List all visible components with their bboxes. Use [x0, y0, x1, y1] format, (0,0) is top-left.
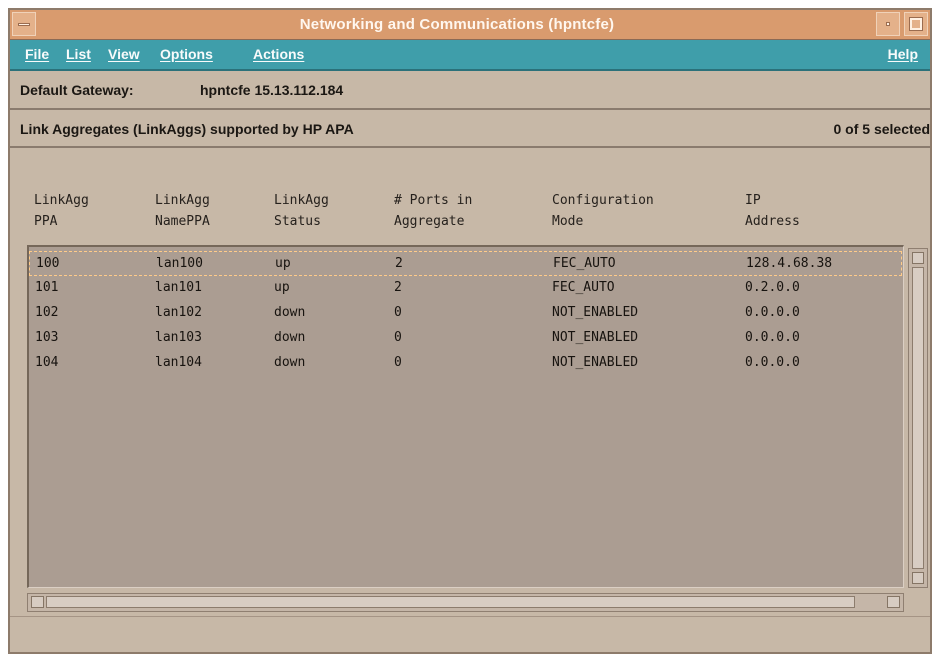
horizontal-scrollbar[interactable]: [27, 593, 904, 612]
window-menu-icon[interactable]: [12, 12, 36, 36]
cell-linkagg-ppa: 102: [35, 305, 59, 320]
cell-configuration-mode: NOT_ENABLED: [552, 355, 639, 370]
menu-actions[interactable]: Actions: [253, 40, 304, 69]
cell-linkagg-status: down: [274, 330, 306, 345]
cell-linkagg-nameppa: lan100: [156, 256, 203, 271]
cell-linkagg-ppa: 100: [36, 256, 60, 271]
cell-linkagg-nameppa: lan102: [155, 305, 202, 320]
cell-ip-address: 0.0.0.0: [745, 330, 800, 345]
cell-configuration-mode: FEC_AUTO: [553, 256, 616, 271]
cell-linkagg-status: up: [275, 256, 291, 271]
cell-linkagg-ppa: 104: [35, 355, 59, 370]
column-headers: LinkAgg PPA LinkAgg NamePPA LinkAgg Stat…: [10, 148, 930, 244]
cell-linkagg-nameppa: lan101: [155, 280, 202, 295]
scroll-left-icon[interactable]: [31, 596, 44, 608]
cell-ports-in-aggregate: 0: [394, 305, 402, 320]
cell-linkagg-status: down: [274, 355, 306, 370]
table-row[interactable]: 104 lan104 down 0 NOT_ENABLED 0.0.0.0: [29, 351, 902, 376]
cell-ip-address: 0.2.0.0: [745, 280, 800, 295]
cell-configuration-mode: NOT_ENABLED: [552, 305, 639, 320]
cell-ip-address: 0.0.0.0: [745, 305, 800, 320]
linkaggs-section-header: Link Aggregates (LinkAggs) supported by …: [10, 110, 930, 148]
cell-linkagg-status: up: [274, 280, 290, 295]
menu-view[interactable]: View: [108, 40, 140, 69]
cell-ports-in-aggregate: 2: [395, 256, 403, 271]
default-gateway-value: hpntcfe 15.13.112.184: [200, 82, 344, 98]
maximize-icon[interactable]: [904, 12, 928, 36]
cell-ip-address: 0.0.0.0: [745, 355, 800, 370]
linkaggs-list[interactable]: 100 lan100 up 2 FEC_AUTO 128.4.68.38 101…: [27, 245, 904, 588]
minimize-icon[interactable]: [876, 12, 900, 36]
default-gateway-label: Default Gateway:: [20, 82, 134, 98]
vertical-scroll-thumb[interactable]: [912, 267, 924, 569]
column-header-linkagg-ppa[interactable]: LinkAgg PPA: [34, 190, 89, 232]
main-window: Networking and Communications (hpntcfe) …: [8, 8, 932, 654]
vertical-scrollbar[interactable]: [908, 248, 928, 588]
scroll-right-icon[interactable]: [887, 596, 900, 608]
cell-linkagg-ppa: 101: [35, 280, 59, 295]
table-row[interactable]: 100 lan100 up 2 FEC_AUTO 128.4.68.38: [29, 251, 902, 276]
cell-ports-in-aggregate: 0: [394, 330, 402, 345]
cell-linkagg-ppa: 103: [35, 330, 59, 345]
menu-bar: File List View Options Actions Help: [10, 40, 930, 71]
table-row[interactable]: 103 lan103 down 0 NOT_ENABLED 0.0.0.0: [29, 326, 902, 351]
linkaggs-section-title: Link Aggregates (LinkAggs) supported by …: [20, 121, 354, 137]
cell-ip-address: 128.4.68.38: [746, 256, 833, 271]
title-bar[interactable]: Networking and Communications (hpntcfe): [10, 10, 930, 40]
scroll-down-icon[interactable]: [912, 572, 924, 584]
cell-linkagg-nameppa: lan103: [155, 330, 202, 345]
column-header-ip-address[interactable]: IP Address: [745, 190, 800, 232]
cell-ports-in-aggregate: 0: [394, 355, 402, 370]
window-title: Networking and Communications (hpntcfe): [299, 16, 615, 33]
cell-configuration-mode: NOT_ENABLED: [552, 330, 639, 345]
column-header-ports-in-aggregate[interactable]: # Ports in Aggregate: [394, 190, 472, 232]
horizontal-scroll-thumb[interactable]: [46, 596, 855, 608]
cell-ports-in-aggregate: 2: [394, 280, 402, 295]
cell-linkagg-nameppa: lan104: [155, 355, 202, 370]
table-row[interactable]: 101 lan101 up 2 FEC_AUTO 0.2.0.0: [29, 276, 902, 301]
column-header-linkagg-status[interactable]: LinkAgg Status: [274, 190, 329, 232]
default-gateway-bar: Default Gateway: hpntcfe 15.13.112.184: [10, 71, 930, 110]
menu-list[interactable]: List: [66, 40, 91, 69]
scroll-up-icon[interactable]: [912, 252, 924, 264]
table-row[interactable]: 102 lan102 down 0 NOT_ENABLED 0.0.0.0: [29, 301, 902, 326]
cell-linkagg-status: down: [274, 305, 306, 320]
menu-options[interactable]: Options: [160, 40, 213, 69]
column-header-configuration-mode[interactable]: Configuration Mode: [552, 190, 654, 232]
selection-count: 0 of 5 selected: [833, 121, 931, 137]
menu-help[interactable]: Help: [888, 40, 918, 69]
column-header-linkagg-nameppa[interactable]: LinkAgg NamePPA: [155, 190, 210, 232]
menu-file[interactable]: File: [25, 40, 49, 69]
status-area: [10, 616, 930, 652]
cell-configuration-mode: FEC_AUTO: [552, 280, 615, 295]
